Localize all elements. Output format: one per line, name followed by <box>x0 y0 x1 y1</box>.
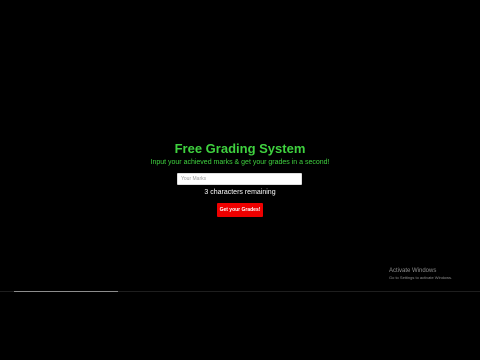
watermark-subtitle: Go to Settings to activate Windows. <box>389 275 453 280</box>
video-progress-bar[interactable] <box>14 291 118 292</box>
watermark-title: Activate Windows <box>389 268 437 274</box>
marks-input[interactable] <box>177 173 302 185</box>
page-subtitle: Input your achieved marks & get your gra… <box>150 159 330 166</box>
characters-remaining-text: 3 characters remaining <box>204 189 276 196</box>
page-title: Free Grading System <box>174 141 306 156</box>
get-grades-button[interactable]: Get your Grades! <box>217 203 263 217</box>
page-canvas: Free Grading System Input your achieved … <box>0 0 480 360</box>
activate-windows-watermark: Activate Windows Go to Settings to activ… <box>389 267 452 281</box>
